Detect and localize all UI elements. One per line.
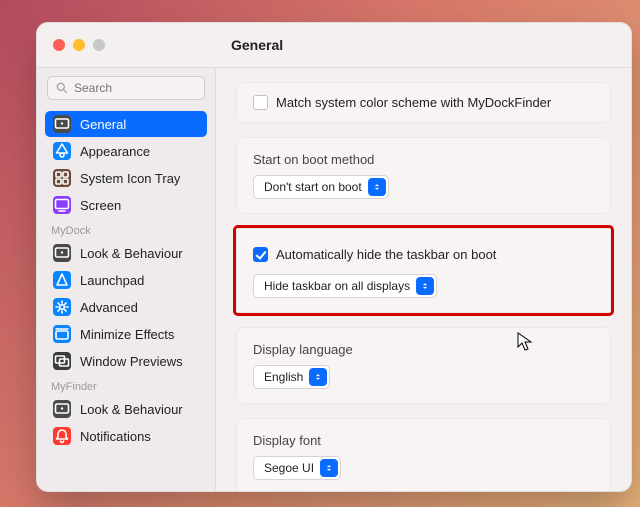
chevron-updown-icon (416, 277, 434, 295)
sidebar-item-minimize-effects[interactable]: Minimize Effects (45, 321, 207, 347)
hide-taskbar-checkbox[interactable] (253, 247, 268, 262)
chevron-updown-icon (320, 459, 338, 477)
display-language-value: English (264, 370, 303, 384)
tray-icon (53, 169, 71, 187)
general-icon (53, 115, 71, 133)
sidebar-item-system-icon-tray[interactable]: System Icon Tray (45, 165, 207, 191)
screen-icon (53, 196, 71, 214)
sidebar-item-launchpad[interactable]: Launchpad (45, 267, 207, 293)
search-icon (55, 81, 69, 95)
sidebar-item-screen[interactable]: Screen (45, 192, 207, 218)
titlebar: General (37, 23, 631, 68)
general-icon (53, 244, 71, 262)
sidebar-item-label: Screen (80, 198, 121, 213)
minimize-icon[interactable] (73, 39, 85, 51)
content-pane: Match system color scheme with MyDockFin… (216, 68, 631, 491)
sidebar-item-label: Appearance (80, 144, 150, 159)
start-on-boot-select[interactable]: Don't start on boot (253, 175, 389, 199)
sidebar-item-label: Advanced (80, 300, 138, 315)
match-color-scheme-label: Match system color scheme with MyDockFin… (276, 95, 551, 110)
match-color-scheme-checkbox[interactable] (253, 95, 268, 110)
launchpad-icon (53, 271, 71, 289)
sidebar-item-look-behaviour[interactable]: Look & Behaviour (45, 240, 207, 266)
sidebar-item-window-previews[interactable]: Window Previews (45, 348, 207, 374)
match-color-scheme-row[interactable]: Match system color scheme with MyDockFin… (253, 95, 594, 110)
hide-taskbar-mode-select[interactable]: Hide taskbar on all displays (253, 274, 437, 298)
sidebar-item-look-behaviour[interactable]: Look & Behaviour (45, 396, 207, 422)
search-input[interactable] (47, 76, 205, 100)
sidebar-item-general[interactable]: General (45, 111, 207, 137)
hide-taskbar-row[interactable]: Automatically hide the taskbar on boot (253, 247, 594, 262)
display-font-value: Segoe UI (264, 461, 314, 475)
sidebar-item-label: General (80, 117, 126, 132)
sidebar-item-label: Launchpad (80, 273, 144, 288)
cursor-icon (517, 332, 533, 352)
sidebar-group-mydock: MyDock (37, 219, 215, 239)
sidebar-group-myfinder: MyFinder (37, 375, 215, 395)
sidebar-item-appearance[interactable]: Appearance (45, 138, 207, 164)
display-font-select[interactable]: Segoe UI (253, 456, 341, 480)
taskbar-section: Automatically hide the taskbar on boot H… (236, 228, 611, 313)
sidebar-item-label: Notifications (80, 429, 151, 444)
hide-taskbar-label: Automatically hide the taskbar on boot (276, 247, 496, 262)
close-icon[interactable] (53, 39, 65, 51)
page-title: General (231, 37, 283, 53)
sidebar: GeneralAppearanceSystem Icon TrayScreen … (37, 68, 216, 491)
display-font-label: Display font (253, 433, 594, 448)
start-on-boot-label: Start on boot method (253, 152, 594, 167)
start-on-boot-value: Don't start on boot (264, 180, 362, 194)
advanced-icon (53, 298, 71, 316)
sidebar-item-label: Look & Behaviour (80, 402, 183, 417)
sidebar-item-label: System Icon Tray (80, 171, 180, 186)
previews-icon (53, 352, 71, 370)
hide-taskbar-mode-value: Hide taskbar on all displays (264, 279, 410, 293)
display-language-label: Display language (253, 342, 594, 357)
sidebar-item-notifications[interactable]: Notifications (45, 423, 207, 449)
sidebar-item-advanced[interactable]: Advanced (45, 294, 207, 320)
preferences-window: General General Appearance System Icon Tra… (36, 22, 632, 492)
general-icon (53, 400, 71, 418)
appearance-icon (53, 142, 71, 160)
chevron-updown-icon (368, 178, 386, 196)
minimize-icon (53, 325, 71, 343)
sidebar-item-label: Minimize Effects (80, 327, 174, 342)
notifications-icon (53, 427, 71, 445)
sidebar-item-label: Look & Behaviour (80, 246, 183, 261)
display-language-select[interactable]: English (253, 365, 330, 389)
maximize-icon[interactable] (93, 39, 105, 51)
chevron-updown-icon (309, 368, 327, 386)
sidebar-item-label: Window Previews (80, 354, 183, 369)
